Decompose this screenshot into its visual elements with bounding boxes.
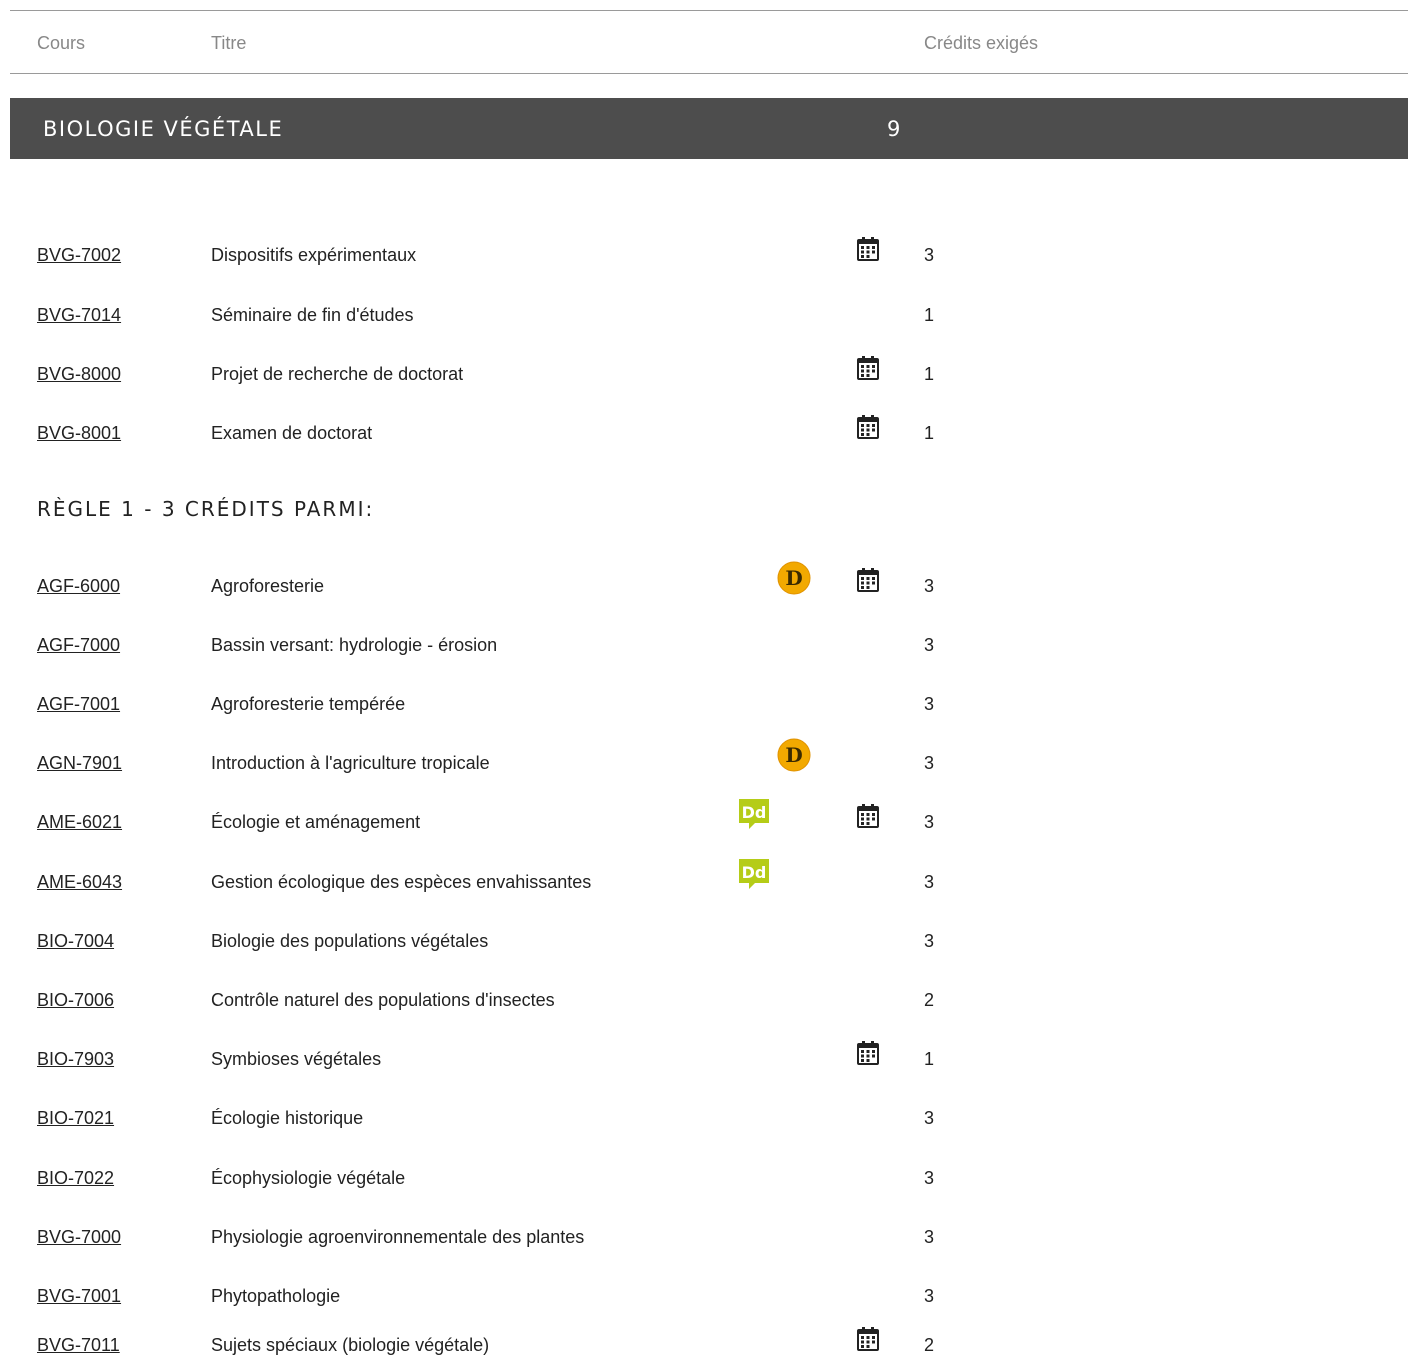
section-header[interactable]: BIOLOGIE VÉGÉTALE 9 <box>10 98 1408 159</box>
course-code-link[interactable]: BIO-7022 <box>37 1168 114 1189</box>
course-code-link[interactable]: BVG-7014 <box>37 305 121 326</box>
course-row: BIO-7021 Écologie historique 3 <box>0 1099 1408 1139</box>
course-code-link[interactable]: AGF-7000 <box>37 635 120 656</box>
course-credits: 3 <box>924 872 935 892</box>
course-credits: 1 <box>924 305 935 325</box>
course-title: Contrôle naturel des populations d'insec… <box>211 990 555 1010</box>
course-code-link[interactable]: AME-6021 <box>37 812 122 833</box>
course-credits: 2 <box>924 990 935 1010</box>
table-header: Cours Titre Crédits exigés <box>10 10 1408 74</box>
course-code-link[interactable]: BVG-8001 <box>37 423 121 444</box>
course-credits: 3 <box>924 694 935 714</box>
course-title: Projet de recherche de doctorat <box>211 364 464 384</box>
course-row: BVG-8001 Examen de doctorat 1 <box>0 414 1408 454</box>
course-credits: 1 <box>924 1049 935 1069</box>
course-credits: 3 <box>924 576 935 596</box>
course-credits: 3 <box>924 812 935 832</box>
course-credits: 3 <box>924 1108 935 1128</box>
course-row: AME-6021 Écologie et aménagement Dd 3 <box>0 799 1408 843</box>
column-header-title: Titre <box>211 33 247 53</box>
course-credits: 3 <box>924 1286 935 1306</box>
course-credits: 1 <box>924 364 935 384</box>
course-credits: 3 <box>924 1168 935 1188</box>
calendar-icon[interactable] <box>856 1326 880 1352</box>
course-code-link[interactable]: BIO-7006 <box>37 990 114 1011</box>
course-row: BIO-7022 Écophysiologie végétale 3 <box>0 1159 1408 1199</box>
course-code-link[interactable]: BIO-7021 <box>37 1108 114 1129</box>
column-header-course: Cours <box>37 33 86 53</box>
course-row: BVG-8000 Projet de recherche de doctorat… <box>0 355 1408 395</box>
course-code-link[interactable]: BIO-7004 <box>37 931 114 952</box>
calendar-icon[interactable] <box>856 236 880 262</box>
course-title: Écologie historique <box>211 1108 364 1128</box>
calendar-icon[interactable] <box>856 1040 880 1066</box>
course-row: BVG-7014 Séminaire de fin d'études 1 <box>0 296 1408 336</box>
course-code-link[interactable]: AGF-6000 <box>37 576 120 597</box>
column-header-credits: Crédits exigés <box>924 33 1039 53</box>
course-code-link[interactable]: BVG-7001 <box>37 1286 121 1307</box>
course-row: BVG-7000 Physiologie agroenvironnemental… <box>0 1218 1408 1258</box>
calendar-icon[interactable] <box>856 567 880 593</box>
course-title: Sujets spéciaux (biologie végétale) <box>211 1335 490 1355</box>
course-code-link[interactable]: AGN-7901 <box>37 753 122 774</box>
calendar-icon[interactable] <box>856 414 880 440</box>
course-row: BIO-7006 Contrôle naturel des population… <box>0 981 1408 1021</box>
course-code-link[interactable]: BVG-7002 <box>37 245 121 266</box>
svg-text:D: D <box>785 743 802 767</box>
course-title: Séminaire de fin d'études <box>211 305 414 325</box>
course-title: Agroforesterie <box>211 576 325 596</box>
course-code-link[interactable]: BIO-7903 <box>37 1049 114 1070</box>
course-credits: 1 <box>924 423 935 443</box>
course-row: AGF-6000 Agroforesterie D 3 <box>0 561 1408 607</box>
course-title: Introduction à l'agriculture tropicale <box>211 753 490 773</box>
course-title: Biologie des populations végétales <box>211 931 489 951</box>
calendar-icon[interactable] <box>856 355 880 381</box>
course-row: BVG-7001 Phytopathologie 3 <box>0 1277 1408 1317</box>
course-code-link[interactable]: BVG-8000 <box>37 364 121 385</box>
course-credits: 2 <box>924 1335 935 1355</box>
course-row: BVG-7002 Dispositifs expérimentaux 3 <box>0 236 1408 276</box>
course-code-link[interactable]: AME-6043 <box>37 872 122 893</box>
course-credits: 3 <box>924 1227 935 1247</box>
course-row: AGF-7001 Agroforesterie tempérée 3 <box>0 685 1408 725</box>
course-title: Agroforesterie tempérée <box>211 694 406 714</box>
distance-d-icon[interactable]: D <box>777 738 811 772</box>
course-title: Symbioses végétales <box>211 1049 382 1069</box>
course-title: Phytopathologie <box>211 1286 341 1306</box>
course-credits: 3 <box>924 635 935 655</box>
course-row: BVG-7011 Sujets spéciaux (biologie végét… <box>0 1326 1408 1366</box>
svg-text:D: D <box>785 566 802 590</box>
course-credits: 3 <box>924 931 935 951</box>
svg-text:Dd: Dd <box>742 863 767 882</box>
course-code-link[interactable]: AGF-7001 <box>37 694 120 715</box>
calendar-icon[interactable] <box>856 803 880 829</box>
course-row: BIO-7004 Biologie des populations végéta… <box>0 922 1408 962</box>
course-title: Examen de doctorat <box>211 423 373 443</box>
course-row: AGN-7901 Introduction à l'agriculture tr… <box>0 738 1408 784</box>
course-row: AME-6043 Gestion écologique des espèces … <box>0 859 1408 903</box>
course-title: Dispositifs expérimentaux <box>211 245 417 265</box>
course-title: Bassin versant: hydrologie - érosion <box>211 635 498 655</box>
course-row: AGF-7000 Bassin versant: hydrologie - ér… <box>0 626 1408 666</box>
course-code-link[interactable]: BVG-7011 <box>37 1335 120 1356</box>
course-credits: 3 <box>924 753 935 773</box>
distance-d-icon[interactable]: D <box>777 561 811 595</box>
svg-text:Dd: Dd <box>742 803 767 822</box>
course-title: Physiologie agroenvironnementale des pla… <box>211 1227 585 1247</box>
course-code-link[interactable]: BVG-7000 <box>37 1227 121 1248</box>
developpement-durable-icon[interactable]: Dd <box>737 857 771 891</box>
developpement-durable-icon[interactable]: Dd <box>737 797 771 831</box>
course-title: Écophysiologie végétale <box>211 1168 406 1188</box>
rule-heading: RÈGLE 1 - 3 CRÉDITS PARMI: <box>37 497 375 521</box>
course-title: Écologie et aménagement <box>211 812 421 832</box>
course-title: Gestion écologique des espèces envahissa… <box>211 872 592 892</box>
course-credits: 3 <box>924 245 935 265</box>
course-row: BIO-7903 Symbioses végétales 1 <box>0 1040 1408 1080</box>
section-title: BIOLOGIE VÉGÉTALE <box>43 117 284 141</box>
section-credits: 9 <box>887 117 901 141</box>
